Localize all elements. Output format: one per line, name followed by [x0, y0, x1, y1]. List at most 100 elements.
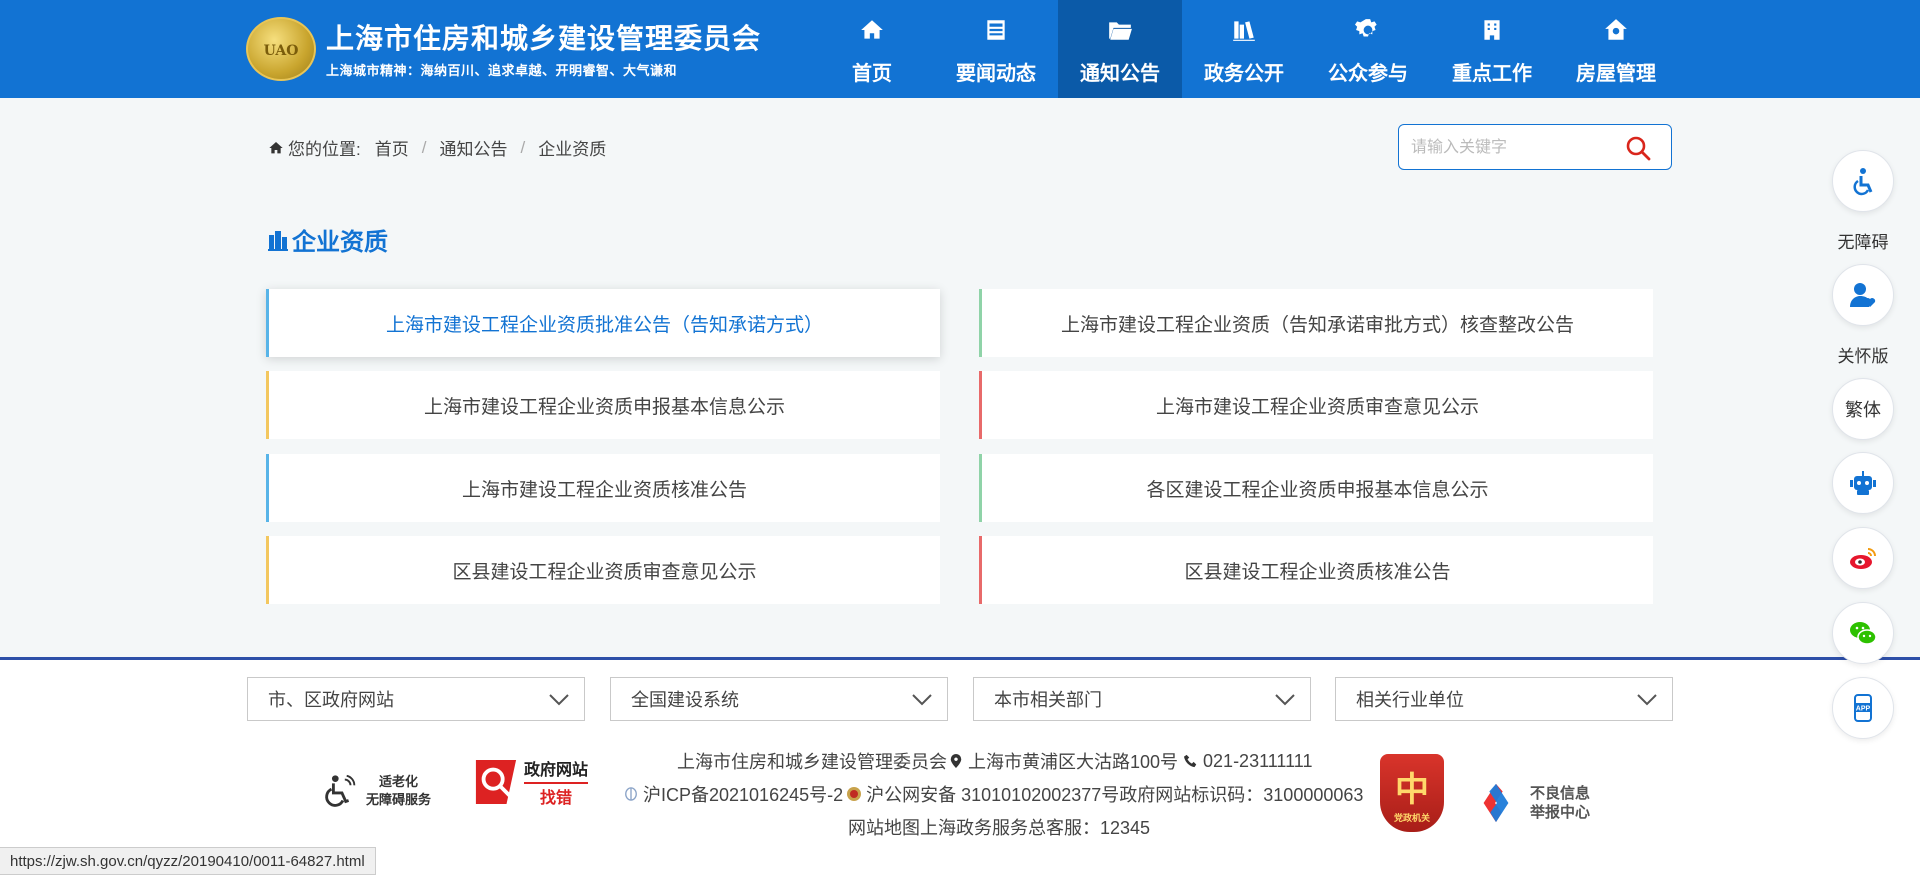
building-icon — [268, 230, 288, 251]
chevron-down-icon — [1637, 694, 1657, 706]
link-status-bar: https://zjw.sh.gov.cn/qyzz/20190410/0011… — [0, 847, 376, 875]
nav-item-public-participation[interactable]: 公众参与 — [1306, 0, 1430, 98]
section-title-text: 企业资质 — [292, 229, 388, 256]
bad-info-report-badge[interactable]: 不良信息 举报中心 — [1472, 782, 1590, 824]
footer-links-line: 网站地图 上海政务服务总客服：12345 — [848, 814, 1150, 840]
card-label: 上海市建设工程企业资质审查意见公示 — [1155, 396, 1479, 418]
footer-sitemap-link[interactable]: 网站地图 — [848, 814, 920, 840]
footer-phone: 021-23111111 — [1203, 750, 1313, 771]
industry-units-dropdown[interactable]: 相关行业单位 — [1335, 677, 1673, 721]
category-card[interactable]: 区县建设工程企业资质审查意见公示 — [266, 536, 940, 604]
dropdown-label: 全国建设系统 — [631, 690, 739, 710]
wechat-button[interactable] — [1832, 602, 1894, 664]
accessible-badge-line: 无障碍服务 — [366, 792, 432, 807]
app-download-button[interactable]: APP — [1832, 677, 1894, 739]
accessible-badge-line: 适老化 — [379, 774, 419, 789]
app-icon: APP — [1854, 694, 1872, 722]
robot-assistant-button[interactable] — [1832, 452, 1894, 514]
party-badge-label: 党政机关 — [1393, 813, 1430, 823]
weibo-icon — [1850, 548, 1876, 569]
category-card[interactable]: 上海市建设工程企业资质批准公告（告知承诺方式） — [266, 289, 940, 357]
category-card[interactable]: 上海市建设工程企业资质核准公告 — [266, 454, 940, 522]
care-mode-label: 关怀版 — [1837, 347, 1889, 366]
construction-system-dropdown[interactable]: 全国建设系统 — [610, 677, 948, 721]
news-icon — [987, 20, 1005, 40]
card-label: 上海市建设工程企业资质申报基本信息公示 — [423, 396, 785, 418]
search-box — [1398, 124, 1672, 170]
accessibility-button[interactable] — [1832, 150, 1894, 212]
magnifier-icon — [475, 760, 517, 804]
category-card[interactable]: 上海市建设工程企业资质审查意见公示 — [979, 371, 1653, 439]
nav-item-housing[interactable]: 房屋管理 — [1554, 0, 1678, 98]
category-card[interactable]: 上海市建设工程企业资质（告知承诺审批方式）核查整改公告 — [979, 289, 1653, 357]
section-title: 企业资质 — [268, 222, 388, 257]
party-badge-glyph: 中 — [1395, 770, 1429, 810]
card-label: 各区建设工程企业资质申报基本信息公示 — [1146, 479, 1489, 501]
nav-item-notices[interactable]: 通知公告 — [1058, 0, 1182, 98]
card-accent-bar — [979, 307, 982, 339]
city-departments-dropdown[interactable]: 本市相关部门 — [973, 677, 1311, 721]
dropdown-label: 相关行业单位 — [1356, 690, 1464, 710]
card-accent-bar — [979, 554, 982, 586]
police-badge-icon — [845, 785, 863, 803]
nav-item-key-work[interactable]: 重点工作 — [1430, 0, 1554, 98]
breadcrumb-home-link[interactable]: 首页 — [375, 135, 409, 160]
nav-label: 公众参与 — [1328, 63, 1408, 85]
nav-item-home[interactable]: 首页 — [810, 0, 934, 98]
card-label: 上海市建设工程企业资质核准公告 — [461, 479, 747, 501]
footer-address: 上海市黄浦区大沽路100号 — [968, 752, 1179, 772]
accessible-badge-text: 适老化 无障碍服务 — [366, 773, 431, 809]
care-mode-button[interactable] — [1832, 264, 1894, 326]
report-badge-text: 不良信息 举报中心 — [1530, 784, 1590, 822]
footer-site-id: 政府网站标识码：3100000063 — [1119, 785, 1364, 805]
category-card[interactable]: 区县建设工程企业资质核准公告 — [979, 536, 1653, 604]
traditional-chinese-button[interactable]: 繁体 — [1832, 378, 1894, 440]
nav-item-news[interactable]: 要闻动态 — [934, 0, 1058, 98]
category-card[interactable]: 上海市建设工程企业资质申报基本信息公示 — [266, 371, 940, 439]
gov-sites-dropdown[interactable]: 市、区政府网站 — [247, 677, 585, 721]
category-card[interactable]: 各区建设工程企业资质申报基本信息公示 — [979, 454, 1653, 522]
search-icon[interactable] — [1625, 135, 1651, 161]
gov-site-error-report-badge[interactable]: 政府网站 找错 — [474, 756, 589, 808]
phone-icon — [1182, 752, 1200, 770]
search-input[interactable] — [1411, 135, 1611, 161]
nav-label: 房屋管理 — [1576, 63, 1656, 85]
card-label: 上海市建设工程企业资质（告知承诺审批方式）核查整改公告 — [1060, 314, 1574, 336]
emblem-text: UAO — [263, 43, 299, 59]
site-title[interactable]: 上海市住房和城乡建设管理委员会 — [326, 17, 761, 57]
chevron-down-icon — [912, 694, 932, 706]
breadcrumb-notices-link[interactable]: 通知公告 — [439, 135, 507, 160]
breadcrumb: 您的位置: 首页 / 通知公告 / 企业资质 — [268, 135, 606, 160]
breadcrumb-current[interactable]: 企业资质 — [538, 135, 606, 160]
card-label: 区县建设工程企业资质核准公告 — [1184, 561, 1451, 583]
building-icon — [1484, 20, 1500, 40]
card-accent-bar — [266, 307, 269, 339]
card-accent-bar — [266, 472, 269, 504]
main-nav: 首页 要闻动态 通知公告 政务公开 公众参与 重点工作 房屋管理 — [810, 0, 1678, 98]
footer-record-line: 沪ICP备2021016245号-2 沪公网安备 31010102002377号… — [622, 781, 1363, 807]
app-icon-text: APP — [1856, 706, 1871, 713]
elderly-accessible-badge[interactable]: 适老化 无障碍服务 — [322, 772, 431, 810]
footer-icp[interactable]: 沪ICP备2021016245号-2 — [643, 781, 843, 807]
report-badge-line: 举报中心 — [1530, 804, 1591, 821]
chevron-down-icon — [549, 694, 569, 706]
gov-badge-top: 政府网站 — [524, 762, 589, 779]
weibo-button[interactable] — [1832, 527, 1894, 589]
card-label: 上海市建设工程企业资质批准公告（告知承诺方式） — [385, 314, 823, 336]
site-emblem-logo[interactable]: UAO — [246, 17, 316, 81]
footer-police-record[interactable]: 沪公网安备 31010102002377号 — [866, 781, 1119, 807]
nav-label: 要闻动态 — [956, 63, 1036, 85]
footer-org-name: 上海市住房和城乡建设管理委员会 — [677, 752, 947, 772]
breadcrumb-separator: / — [421, 137, 427, 157]
house-gear-icon — [1605, 19, 1627, 40]
folder-icon — [1109, 22, 1132, 40]
wechat-icon — [1850, 622, 1877, 645]
gear-icon — [1355, 19, 1377, 37]
party-gov-agency-badge[interactable]: 中 党政机关 — [1380, 754, 1444, 832]
nav-item-public-affairs[interactable]: 政务公开 — [1182, 0, 1306, 98]
robot-icon — [1850, 471, 1876, 495]
report-diamond-icon — [1483, 783, 1509, 823]
icp-icon — [622, 785, 640, 803]
dropdown-label: 本市相关部门 — [994, 690, 1102, 710]
wheelchair-icon — [325, 774, 356, 807]
